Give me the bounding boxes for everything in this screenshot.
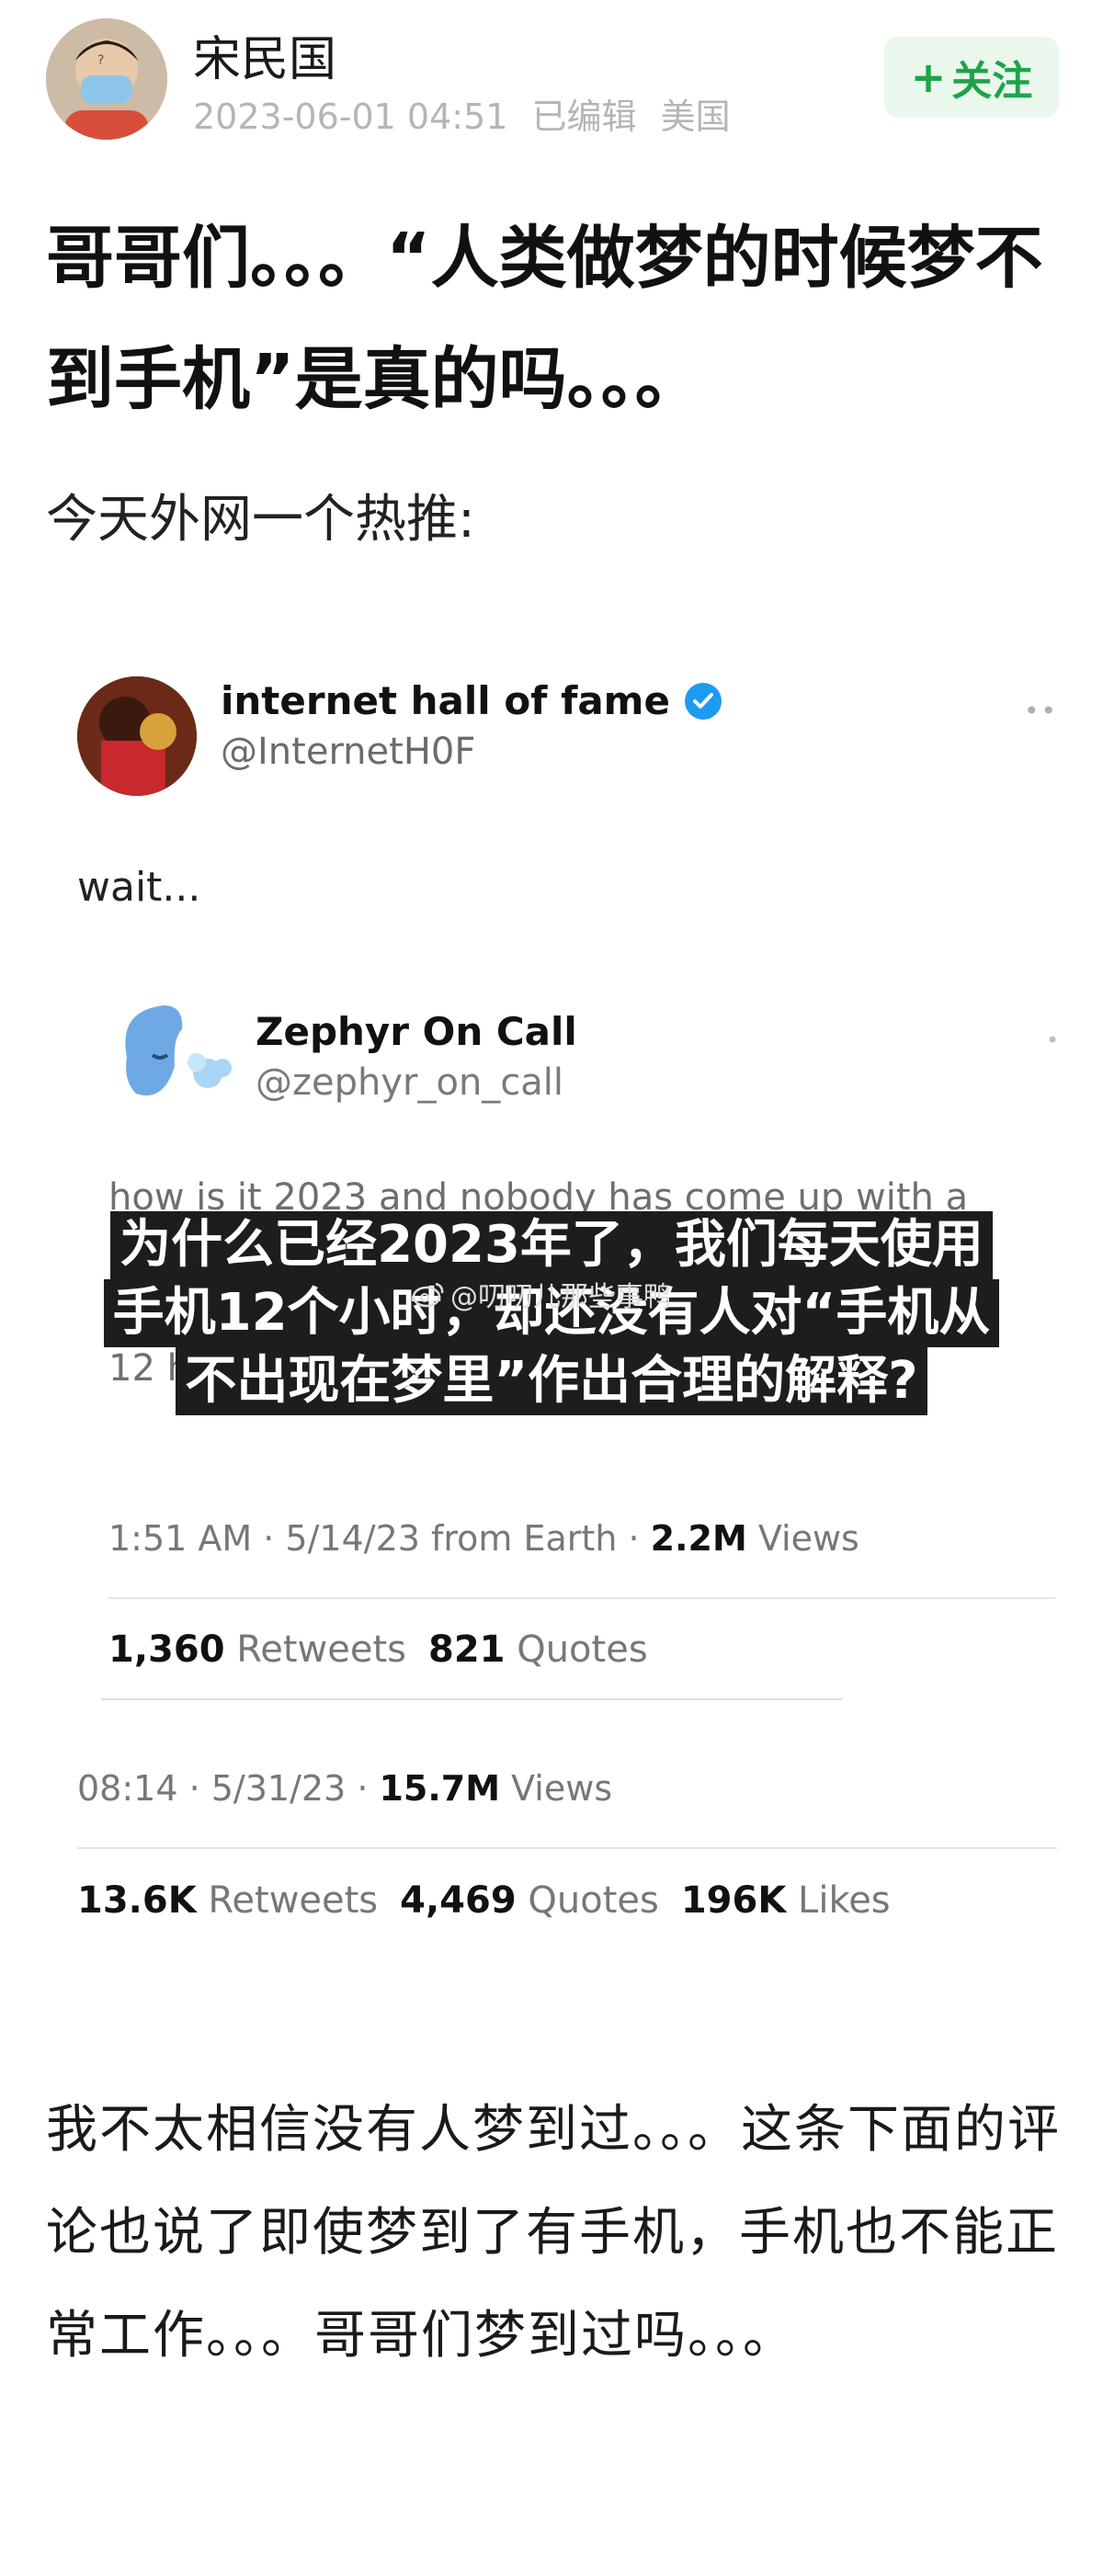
- more-options-icon: ••: [1024, 696, 1059, 726]
- post-body: 我不太相信没有人梦到过。。。这条下面的评论也说了即使梦到了有手机，手机也不能正常…: [46, 2100, 1061, 2366]
- quoted-handle: @zephyr_on_call: [256, 1061, 564, 1104]
- quoted-more-icon: •: [1046, 1027, 1060, 1053]
- tweet-stats: 13.6K Retweets 4,469 Quotes 196K Likes: [77, 1879, 891, 1922]
- watermark: @叨叨儿那些事鸭: [412, 1274, 671, 1314]
- caption-line-3: 不出现在梦里”作出合理的解释?: [176, 1347, 927, 1415]
- follow-button[interactable]: + 关注: [884, 37, 1059, 118]
- tweet-likes-label: Likes: [786, 1879, 891, 1922]
- quoted-retweets-label: Retweets: [224, 1628, 406, 1671]
- caption-line-1: 为什么已经2023年了，我们每天使用: [110, 1211, 993, 1279]
- divider: [101, 1698, 842, 1700]
- post-title: 哥哥们。。。“人类做梦的时候梦不到手机”是真的吗。。。: [46, 219, 1043, 419]
- watermark-text: @叨叨儿那些事鸭: [450, 1281, 671, 1313]
- quoted-views-count: 2.2M: [650, 1518, 747, 1559]
- weibo-icon: [412, 1282, 444, 1308]
- tweet-views-count: 15.7M: [379, 1768, 501, 1809]
- tweet-text: wait...: [77, 864, 201, 911]
- edited-label: 已编辑: [531, 96, 637, 137]
- post-date: 2023-06-01 04:51: [193, 96, 508, 137]
- tweet-retweets-count: 13.6K: [77, 1879, 197, 1922]
- author-avatar[interactable]: ?: [46, 18, 167, 140]
- quoted-author-name: Zephyr On Call: [256, 1009, 577, 1054]
- svg-text:?: ?: [97, 53, 104, 68]
- quoted-avatar: [108, 993, 237, 1121]
- tweet-time: 08:14 · 5/31/23 ·: [77, 1768, 380, 1809]
- tweet-handle: @InternetH0F: [221, 731, 476, 773]
- tweet-timestamp: 08:14 · 5/31/23 · 15.7M Views: [77, 1768, 612, 1809]
- tweet-author-name: internet hall of fame: [221, 678, 723, 723]
- plus-icon: +: [910, 52, 947, 102]
- divider: [77, 1847, 1057, 1849]
- quoted-timestamp: 1:51 AM · 5/14/23 from Earth · 2.2M View…: [108, 1518, 859, 1559]
- tweet-avatar: [77, 676, 197, 796]
- follow-label: 关注: [951, 58, 1033, 105]
- divider: [108, 1597, 1055, 1599]
- tweet-quotes-label: Quotes: [516, 1879, 659, 1922]
- tweet-views-label: Views: [500, 1768, 613, 1809]
- post-location: 美国: [660, 96, 731, 137]
- quoted-time: 1:51 AM · 5/14/23 from Earth ·: [108, 1518, 651, 1559]
- verified-badge-icon: [684, 682, 722, 720]
- tweet-quotes-count: 4,469: [400, 1879, 517, 1922]
- post-meta: 2023-06-01 04:51 已编辑 美国: [193, 88, 744, 139]
- post-intro: 今天外网一个热推:: [46, 490, 475, 550]
- quoted-stats: 1,360 Retweets 821 Quotes: [108, 1628, 648, 1671]
- quoted-quotes-label: Quotes: [505, 1628, 648, 1671]
- quoted-views-label: Views: [746, 1518, 859, 1559]
- quoted-quotes-count: 821: [428, 1628, 506, 1671]
- tweet-author-label: internet hall of fame: [221, 678, 670, 723]
- tweet-likes-count: 196K: [680, 1879, 787, 1922]
- author-name[interactable]: 宋民国: [193, 20, 336, 89]
- quoted-retweets-count: 1,360: [108, 1628, 225, 1671]
- tweet-retweets-label: Retweets: [196, 1879, 379, 1922]
